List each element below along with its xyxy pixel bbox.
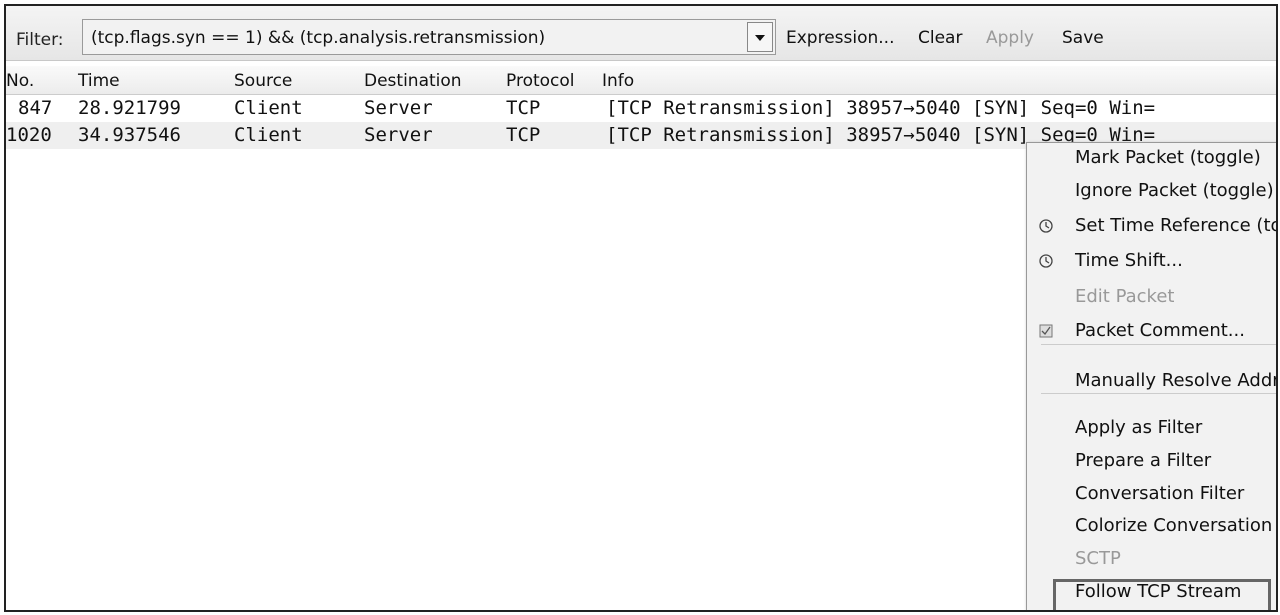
cell-source: Client (234, 124, 303, 146)
clock-icon (1039, 254, 1053, 268)
menu-item-time-shift[interactable]: Time Shift... (1075, 250, 1183, 271)
cell-protocol: TCP (506, 124, 541, 146)
cell-no: 847 (18, 97, 53, 119)
expression-button[interactable]: Expression... (786, 28, 895, 48)
save-button[interactable]: Save (1062, 28, 1104, 48)
menu-item-prepare-a-filter[interactable]: Prepare a Filter (1075, 450, 1211, 471)
column-source[interactable]: Source (234, 71, 292, 91)
menu-item-mark-packet-toggle[interactable]: Mark Packet (toggle) (1075, 147, 1261, 168)
filter-toolbar: Filter: (tcp.flags.syn == 1) && (tcp.ana… (6, 6, 1276, 61)
packet-row[interactable]: 847 28.921799 Client Server TCP [TCP Ret… (6, 95, 1276, 122)
cell-destination: Server (364, 97, 433, 119)
cell-no: 1020 (6, 124, 52, 146)
clock-icon (1039, 219, 1053, 233)
cell-time: 34.937546 (78, 124, 181, 146)
menu-separator (1041, 393, 1276, 394)
packet-list-header: No. Time Source Destination Protocol Inf… (6, 66, 1276, 95)
column-info[interactable]: Info (602, 71, 634, 91)
cell-destination: Server (364, 124, 433, 146)
cell-source: Client (234, 97, 303, 119)
menu-item-follow-tcp-stream[interactable]: Follow TCP Stream (1075, 581, 1241, 602)
menu-separator (1041, 344, 1276, 345)
column-destination[interactable]: Destination (364, 71, 462, 91)
menu-item-manually-resolve-address[interactable]: Manually Resolve Address (1075, 370, 1276, 391)
cell-info: [TCP Retransmission] 38957→5040 [SYN] Se… (606, 97, 1156, 119)
menu-item-apply-as-filter[interactable]: Apply as Filter (1075, 417, 1202, 438)
filter-dropdown-button[interactable] (747, 22, 773, 52)
filter-value: (tcp.flags.syn == 1) && (tcp.analysis.re… (91, 28, 546, 48)
comment-icon (1039, 324, 1053, 338)
filter-label: Filter: (16, 30, 64, 50)
menu-item-conversation-filter[interactable]: Conversation Filter (1075, 483, 1244, 504)
menu-item-sctp[interactable]: SCTP (1075, 548, 1121, 569)
apply-button[interactable]: Apply (986, 28, 1034, 48)
column-no[interactable]: No. (6, 71, 34, 91)
filter-input[interactable]: (tcp.flags.syn == 1) && (tcp.analysis.re… (82, 19, 776, 55)
column-protocol[interactable]: Protocol (506, 71, 575, 91)
cell-time: 28.921799 (78, 97, 181, 119)
menu-item-packet-comment[interactable]: Packet Comment... (1075, 320, 1245, 341)
clear-button[interactable]: Clear (918, 28, 962, 48)
menu-item-colorize-conversation[interactable]: Colorize Conversation (1075, 515, 1272, 536)
context-menu: Mark Packet (toggle) Ignore Packet (toggl… (1026, 142, 1276, 610)
menu-item-set-time-reference-toggle[interactable]: Set Time Reference (toggle) (1075, 215, 1276, 236)
menu-item-ignore-packet-toggle[interactable]: Ignore Packet (toggle) (1075, 180, 1274, 201)
menu-item-edit-packet[interactable]: Edit Packet (1075, 286, 1174, 307)
cell-protocol: TCP (506, 97, 541, 119)
column-time[interactable]: Time (78, 71, 120, 91)
wireshark-window: Filter: (tcp.flags.syn == 1) && (tcp.ana… (4, 4, 1278, 612)
